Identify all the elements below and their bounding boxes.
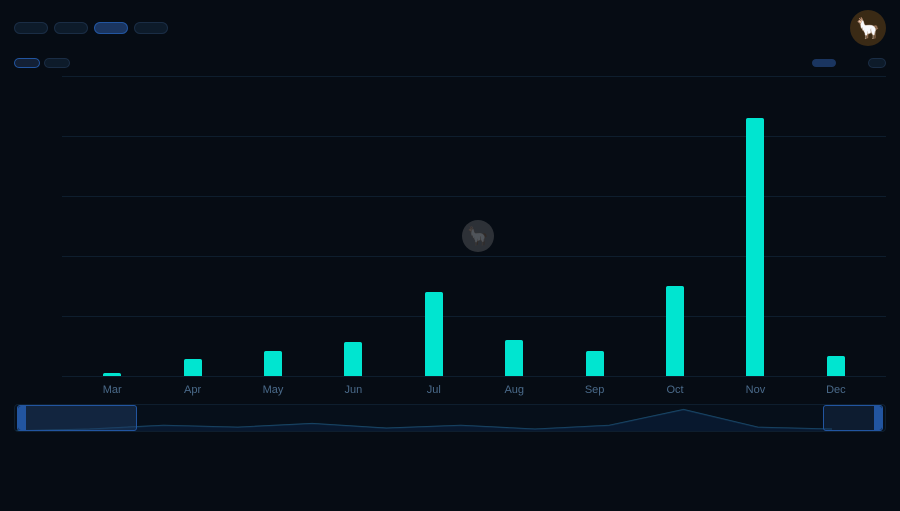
y-axis: [14, 76, 62, 396]
bar-group-dec: [796, 356, 876, 376]
scroll-track[interactable]: [14, 404, 886, 432]
tab-fees[interactable]: [54, 22, 88, 34]
bar-may: [264, 351, 282, 376]
scroll-mini-chart: [15, 405, 832, 431]
x-label-may: May: [233, 384, 313, 396]
bar-group-apr: [152, 359, 232, 376]
bar-dec: [827, 356, 845, 376]
period-daily[interactable]: [756, 59, 780, 67]
scroll-handle-right[interactable]: [874, 406, 882, 430]
bar-apr: [184, 359, 202, 376]
scroll-handle-left[interactable]: [18, 406, 26, 430]
bar-jul: [425, 292, 443, 376]
x-label-aug: Aug: [474, 384, 554, 396]
x-labels: MarAprMayJunJulAugSepOctNovDec: [62, 384, 886, 396]
avatar: 🦙: [850, 10, 886, 46]
x-label-nov: Nov: [715, 384, 795, 396]
scroll-thumb-right[interactable]: [823, 405, 883, 431]
scroll-area[interactable]: [14, 404, 886, 450]
bar-nov: [746, 118, 764, 376]
bar-group-may: [233, 351, 313, 376]
scroll-thumb-left[interactable]: [17, 405, 137, 431]
embed-button[interactable]: [868, 58, 886, 68]
top-bar: 🦙: [0, 0, 900, 54]
bar-mar: [103, 373, 121, 376]
period-cumulative[interactable]: [840, 59, 864, 67]
bar-sep: [586, 351, 604, 376]
period-weekly[interactable]: [784, 59, 808, 67]
tab-revenue[interactable]: [94, 22, 128, 34]
tab-group: [14, 22, 168, 34]
currency-sol[interactable]: [44, 58, 70, 68]
second-bar: [0, 54, 900, 76]
x-label-sep: Sep: [554, 384, 634, 396]
bar-group-jul: [394, 292, 474, 376]
period-monthly[interactable]: [812, 59, 836, 67]
bar-group-mar: [72, 373, 152, 376]
bar-aug: [505, 340, 523, 376]
avatar-area: 🦙: [850, 10, 886, 46]
currency-group: [14, 58, 70, 68]
bar-jun: [344, 342, 362, 376]
chart-area: 🦙 MarAprMayJunJulAugSepOctNovDec: [14, 76, 886, 396]
period-group: [756, 58, 886, 68]
grid-line-0: [62, 376, 886, 377]
bar-group-aug: [474, 340, 554, 376]
bar-group-oct: [635, 286, 715, 376]
tab-volume[interactable]: [14, 22, 48, 34]
x-label-jun: Jun: [313, 384, 393, 396]
bar-group-nov: [715, 118, 795, 376]
tab-tweets[interactable]: [134, 22, 168, 34]
currency-usd[interactable]: [14, 58, 40, 68]
bars-container: [62, 76, 886, 376]
x-label-dec: Dec: [796, 384, 876, 396]
chart-inner: 🦙 MarAprMayJunJulAugSepOctNovDec: [62, 76, 886, 396]
x-label-apr: Apr: [152, 384, 232, 396]
bar-group-sep: [554, 351, 634, 376]
bar-oct: [666, 286, 684, 376]
x-label-oct: Oct: [635, 384, 715, 396]
x-label-jul: Jul: [394, 384, 474, 396]
x-label-mar: Mar: [72, 384, 152, 396]
bar-group-jun: [313, 342, 393, 376]
